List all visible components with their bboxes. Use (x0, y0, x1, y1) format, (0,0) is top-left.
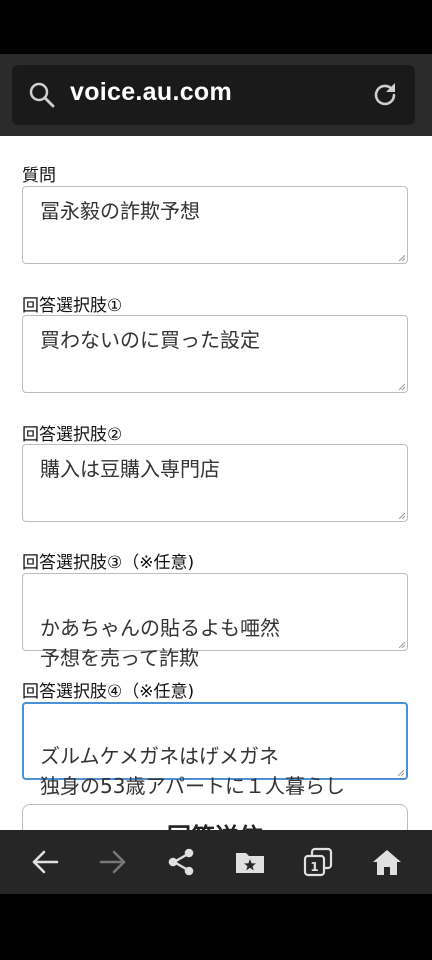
browser-bottom-nav: 1 (0, 830, 432, 894)
home-button[interactable] (367, 842, 407, 882)
resize-grip-icon[interactable] (398, 770, 404, 776)
choice4-value: ズルムケメガネはげメガネ 独身の53歳アパートに１人暮らし (40, 744, 346, 798)
system-nav-area (0, 894, 432, 960)
bookmarks-button[interactable] (230, 842, 270, 882)
search-icon (29, 82, 55, 108)
choice1-value: 買わないのに買った設定 (40, 328, 260, 352)
question-label: 質問 (22, 166, 56, 186)
choice2-value: 購入は豆購入専門店 (40, 457, 220, 481)
question-value: 冨永毅の詐欺予想 (40, 199, 200, 223)
resize-grip-icon[interactable] (399, 255, 405, 261)
home-icon (373, 850, 401, 875)
tabs-icon: 1 (303, 847, 333, 877)
resize-grip-icon[interactable] (399, 513, 405, 519)
back-arrow-icon (32, 850, 59, 874)
submit-button[interactable]: 回答送信 (22, 804, 408, 830)
address-bar[interactable]: voice.au.com (12, 65, 415, 125)
reload-icon[interactable] (369, 79, 401, 111)
forward-arrow-icon (99, 850, 126, 874)
browser-toolbar: voice.au.com (0, 54, 432, 136)
bookmark-folder-icon (236, 853, 264, 873)
tabs-button[interactable]: 1 (298, 842, 338, 882)
resize-grip-icon[interactable] (399, 384, 405, 390)
choice1-field[interactable]: 買わないのに買った設定 (22, 315, 408, 393)
back-button[interactable] (25, 842, 65, 882)
resize-grip-icon[interactable] (399, 642, 405, 648)
choice2-label: 回答選択肢② (22, 425, 123, 445)
page-content: 質問 冨永毅の詐欺予想 回答選択肢① 買わないのに買った設定 回答選択肢② 購入… (0, 136, 432, 830)
share-button[interactable] (161, 842, 201, 882)
choice4-field[interactable]: ズルムケメガネはげメガネ 独身の53歳アパートに１人暮らし (22, 702, 408, 798)
share-icon (168, 848, 194, 876)
choice4-label: 回答選択肢④（※任意) (22, 682, 195, 702)
choice2-field[interactable]: 購入は豆購入専門店 (22, 444, 408, 522)
question-field[interactable]: 冨永毅の詐欺予想 (22, 186, 408, 264)
choice1-label: 回答選択肢① (22, 296, 123, 316)
url-text[interactable]: voice.au.com (70, 78, 232, 107)
choice3-label: 回答選択肢③（※任意) (22, 553, 195, 573)
tab-count: 1 (310, 860, 318, 874)
choice3-value: かあちゃんの貼るよも唖然 予想を売って詐欺 (40, 616, 280, 670)
forward-button[interactable] (93, 842, 133, 882)
choice3-field[interactable]: かあちゃんの貼るよも唖然 予想を売って詐欺 (22, 573, 408, 670)
status-bar (0, 0, 432, 54)
